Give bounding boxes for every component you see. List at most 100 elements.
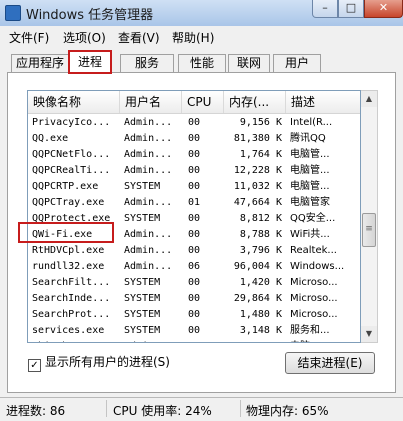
cell-user-name: Admin... <box>124 245 173 256</box>
cell-user-name: Admin... <box>124 133 173 144</box>
process-row[interactable]: QQPCRTP.exe SYSTEM 00 11,032 K 电脑管... <box>28 179 360 195</box>
cell-description: WiFi共... <box>290 229 330 240</box>
cell-cpu: 00 <box>188 229 201 240</box>
cell-description: 电脑管... <box>290 149 330 160</box>
cell-cpu: 00 <box>188 309 201 320</box>
cell-image-name: QQPCTray.exe <box>32 197 105 208</box>
cell-memory: 3,148 K <box>239 325 282 336</box>
scroll-up-arrow-icon[interactable]: ▲ <box>361 91 377 107</box>
menu-view[interactable]: 查看(V) <box>118 29 160 46</box>
tab-applications[interactable]: 应用程序 <box>11 54 69 72</box>
cell-memory: 47,664 K <box>233 197 282 208</box>
cell-user-name: SYSTEM <box>124 181 161 192</box>
close-button[interactable]: ✕ <box>364 0 403 18</box>
process-row[interactable]: SearchProt... SYSTEM 00 1,480 K Microso... <box>28 307 360 323</box>
cell-cpu: 00 <box>188 165 201 176</box>
show-all-users-checkbox[interactable]: ✓ <box>28 359 41 372</box>
cell-image-name: QQPCNetFlo... <box>32 149 111 160</box>
cell-memory: 1,764 K <box>239 149 282 160</box>
process-row[interactable]: SearchFilt... SYSTEM 00 1,420 K Microso... <box>28 275 360 291</box>
cell-cpu: 00 <box>188 293 201 304</box>
menu-help[interactable]: 帮助(H) <box>172 29 214 46</box>
column-user-name[interactable]: 用户名 <box>120 91 182 113</box>
process-row[interactable]: RtHDVCpl.exe Admin... 00 3,796 K Realtek... <box>28 243 360 259</box>
column-cpu[interactable]: CPU <box>182 91 224 113</box>
column-header-row: 映像名称 用户名 CPU 内存(... 描述 <box>28 91 360 114</box>
cell-description: 电脑... <box>286 339 360 342</box>
status-physical-memory: 物理内存: 65% <box>246 404 329 418</box>
process-row[interactable]: QQPCTray.exe Admin... 01 47,664 K 电脑管家 <box>28 195 360 211</box>
cell-memory: 81,380 K <box>233 133 282 144</box>
cell-user-name: Admin... <box>124 197 173 208</box>
tab-processes[interactable]: 进程 <box>68 50 112 74</box>
cell-memory: 11,032 K <box>233 181 282 192</box>
scrollbar-thumb[interactable]: ≡ <box>362 213 376 247</box>
cell-description: 服务和... <box>290 325 330 336</box>
tab-services[interactable]: 服务 <box>120 54 174 72</box>
cell-user-name: Admin... <box>124 165 173 176</box>
process-row[interactable]: PrivacyIco... Admin... 00 9,156 K Intel(R... <box>28 115 360 131</box>
cell-image-name: QQPCRTP.exe <box>32 181 99 192</box>
cell-description: Realtek... <box>290 245 337 256</box>
cell-description: Intel(R... <box>290 117 333 128</box>
cell-user-name: Admin... <box>124 261 173 272</box>
status-separator <box>106 400 107 417</box>
show-all-users-option[interactable]: ✓ 显示所有用户的进程(S) <box>28 353 170 372</box>
cell-cpu: 00 <box>182 339 224 342</box>
column-image-name[interactable]: 映像名称 <box>28 91 120 113</box>
cell-cpu: 00 <box>188 213 201 224</box>
cell-cpu: 00 <box>188 325 201 336</box>
cell-cpu: 00 <box>188 277 201 288</box>
cell-cpu: 00 <box>188 117 201 128</box>
process-row[interactable]: QQ.exe Admin... 00 81,380 K 腾讯QQ <box>28 131 360 147</box>
vertical-scrollbar[interactable]: ▲ ≡ ▼ <box>361 90 378 343</box>
cell-image-name: rundll32.exe <box>32 261 105 272</box>
cell-user-name: Admin... <box>124 149 173 160</box>
process-row[interactable]: QQProtect.exe SYSTEM 00 8,812 K QQ安全... <box>28 211 360 227</box>
process-row[interactable]: services.exe SYSTEM 00 3,148 K 服务和... <box>28 323 360 339</box>
cell-description: 电脑管... <box>290 165 330 176</box>
status-bar: 进程数: 86 CPU 使用率: 24% 物理内存: 65% <box>0 397 403 421</box>
cell-memory: 29,864 K <box>233 293 282 304</box>
process-row[interactable]: Shitch.exeAdmin...0020,680 K电脑... <box>28 339 360 342</box>
column-description[interactable]: 描述 <box>286 91 360 113</box>
show-all-users-label: 显示所有用户的进程(S) <box>45 355 170 369</box>
status-cpu-usage: CPU 使用率: 24% <box>113 404 212 418</box>
maximize-button[interactable]: □ <box>338 0 364 18</box>
process-row[interactable]: rundll32.exe Admin... 06 96,004 K Windows... <box>28 259 360 275</box>
process-row[interactable]: QQPCRealTi... Admin... 00 12,228 K 电脑管... <box>28 163 360 179</box>
cell-cpu: 00 <box>188 149 201 160</box>
cell-description: 腾讯QQ <box>290 133 326 144</box>
process-row[interactable]: SearchInde... SYSTEM 00 29,864 K Microso... <box>28 291 360 307</box>
tab-performance[interactable]: 性能 <box>178 54 226 72</box>
cell-cpu: 01 <box>188 197 201 208</box>
scroll-down-arrow-icon[interactable]: ▼ <box>361 326 377 342</box>
cell-image-name: QWi-Fi.exe <box>32 229 93 240</box>
cell-memory: 8,788 K <box>239 229 282 240</box>
menu-bar: 文件(F) 选项(O) 查看(V) 帮助(H) <box>0 26 403 46</box>
task-manager-icon <box>5 5 21 21</box>
cell-image-name: RtHDVCpl.exe <box>32 245 105 256</box>
process-row[interactable]: QQPCNetFlo... Admin... 00 1,764 K 电脑管... <box>28 147 360 163</box>
cell-memory: 3,796 K <box>239 245 282 256</box>
tab-users[interactable]: 用户 <box>273 54 321 72</box>
cell-memory: 12,228 K <box>233 165 282 176</box>
column-memory[interactable]: 内存(... <box>224 91 286 113</box>
cell-user-name: SYSTEM <box>124 277 161 288</box>
cell-user-name: SYSTEM <box>124 213 161 224</box>
tab-networking[interactable]: 联网 <box>228 54 270 72</box>
cell-cpu: 06 <box>188 261 201 272</box>
cell-memory: 9,156 K <box>239 117 282 128</box>
cell-user-name: SYSTEM <box>124 293 161 304</box>
cell-image-name: SearchInde... <box>32 293 111 304</box>
cell-cpu: 00 <box>188 245 201 256</box>
cell-cpu: 00 <box>188 181 201 192</box>
process-list[interactable]: 映像名称 用户名 CPU 内存(... 描述 PrivacyIco... Admi… <box>27 90 361 343</box>
menu-options[interactable]: 选项(O) <box>63 29 106 46</box>
end-process-button[interactable]: 结束进程(E) <box>285 352 375 374</box>
cell-memory: 96,004 K <box>233 261 282 272</box>
process-row[interactable]: QWi-Fi.exe Admin... 00 8,788 K WiFi共... <box>28 227 360 243</box>
minimize-button[interactable]: – <box>312 0 338 18</box>
status-process-count: 进程数: 86 <box>6 404 66 418</box>
menu-file[interactable]: 文件(F) <box>9 29 49 46</box>
